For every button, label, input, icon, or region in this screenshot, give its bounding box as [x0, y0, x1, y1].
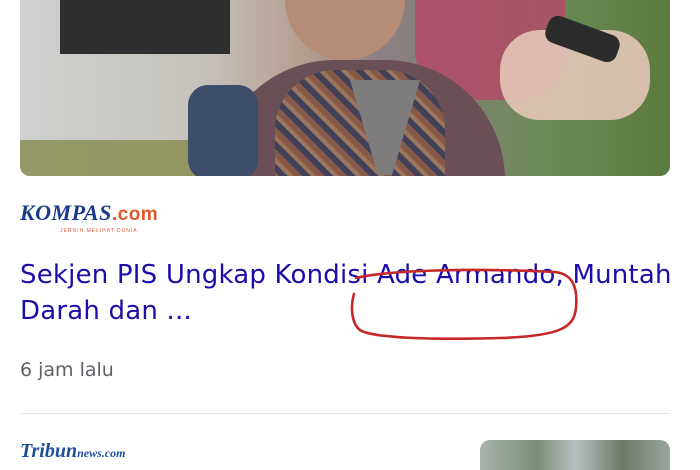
next-source-suffix: news.com — [77, 446, 126, 460]
article-timestamp: 6 jam lalu — [20, 359, 114, 381]
article-headline-link[interactable]: Sekjen PIS Ungkap Kondisi Ade Armando, M… — [20, 257, 680, 329]
news-thumbnail-image[interactable] — [20, 0, 670, 176]
source-name: KOMPAS — [20, 200, 112, 225]
photo-background-window — [60, 0, 230, 54]
next-news-thumbnail-image[interactable] — [480, 440, 670, 470]
card-divider — [20, 413, 670, 414]
photo-face — [285, 0, 405, 60]
next-source-name: Tribun — [20, 440, 78, 462]
source-suffix: .com — [111, 204, 159, 225]
photo-backpack-strap — [188, 85, 258, 176]
source-logo-kompas[interactable]: KOMPAS.com — [20, 200, 158, 226]
source-logo-tribunnews[interactable]: Tribunnews.com — [20, 440, 125, 463]
source-tagline: JERNIH MELIHAT DUNIA — [60, 228, 138, 234]
